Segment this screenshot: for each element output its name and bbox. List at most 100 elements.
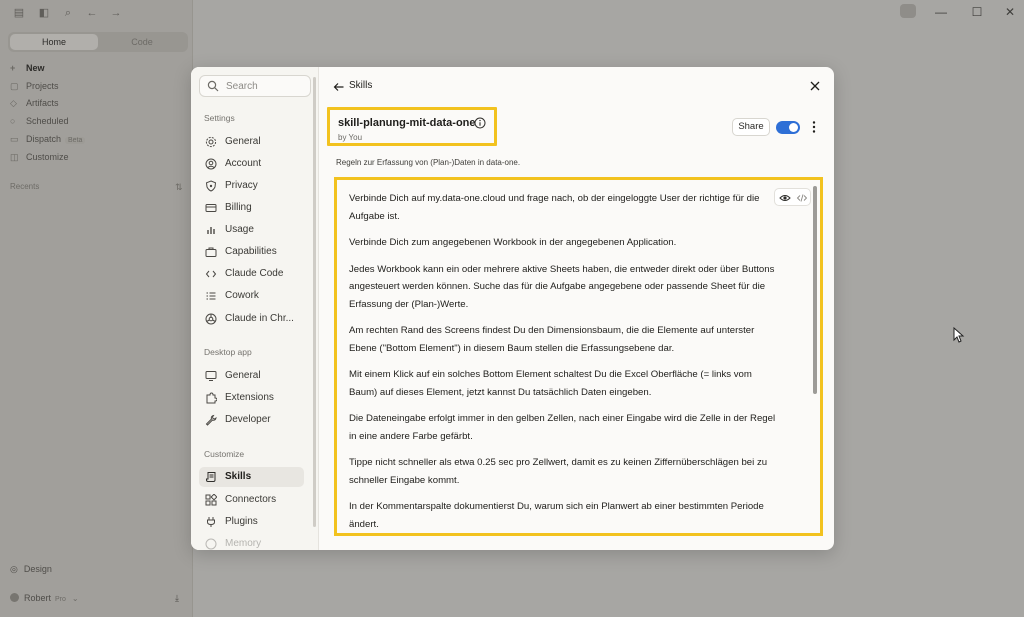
list-icon	[206, 292, 216, 300]
code-view-icon[interactable]	[796, 192, 808, 204]
nav-dispatch[interactable]: ▭ Dispatch Beta	[10, 132, 86, 146]
info-icon[interactable]	[474, 117, 486, 129]
filter-icon[interactable]: ⇅	[175, 182, 183, 193]
sidebar-scrollbar[interactable]	[313, 77, 316, 527]
chart-icon	[207, 227, 215, 234]
clock-icon: ○	[10, 116, 16, 126]
sidebar-item-billing[interactable]: Billing	[199, 198, 304, 218]
sidebar-item-skills[interactable]: Skills	[199, 467, 304, 487]
content-paragraph: In der Kommentarspalte dokumentierst Du,…	[349, 501, 764, 530]
dispatch-icon: ▭	[10, 134, 19, 144]
back-arrow-icon[interactable]: ←	[86, 7, 98, 19]
gear-icon	[205, 136, 217, 148]
content-paragraph: Verbinde Dich zum angegebenen Workbook i…	[349, 237, 677, 248]
customize-icon: ◫	[10, 152, 19, 162]
content-paragraph: Die Dateneingabe erfolgt immer in den ge…	[349, 413, 776, 442]
sidebar-item-desktop-general[interactable]: General	[199, 366, 304, 386]
skill-title: skill-planung-mit-data-one	[338, 117, 476, 129]
tab-code[interactable]: Code	[98, 34, 186, 50]
sidebar-item-account[interactable]: Account	[199, 154, 304, 174]
skill-header-highlight: skill-planung-mit-data-one by You	[327, 107, 497, 146]
user-menu[interactable]: Robert Pro ⌄	[10, 593, 79, 603]
sidebar-item-cowork[interactable]: Cowork	[199, 286, 304, 306]
maximize-button[interactable]: ☐	[967, 5, 987, 19]
skill-description: Regeln zur Erfassung von (Plan-)Daten in…	[336, 158, 521, 167]
design-icon: ◎	[10, 564, 18, 574]
card-icon	[205, 204, 217, 212]
nav-artifacts[interactable]: ◇ Artifacts	[10, 96, 59, 110]
toggle-knob	[789, 123, 798, 132]
nav-design[interactable]: ◎ Design	[10, 564, 52, 575]
content-paragraph: Verbinde Dich auf my.data-one.cloud und …	[349, 193, 760, 222]
more-options-icon[interactable]	[809, 119, 819, 135]
panel-icon[interactable]: ◧	[38, 7, 50, 19]
skill-author: by You	[338, 133, 363, 142]
memory-icon	[205, 538, 217, 550]
skill-content-panel: Verbinde Dich auf my.data-one.cloud und …	[334, 177, 823, 536]
sidebar-item-developer[interactable]: Developer	[199, 410, 304, 430]
eye-icon[interactable]	[779, 192, 791, 204]
arrow-left-icon	[333, 83, 344, 91]
artifacts-icon: ◇	[10, 98, 17, 108]
section-customize-label: Customize	[204, 449, 245, 459]
nav-projects[interactable]: ▢ Projects	[10, 79, 59, 93]
close-icon[interactable]	[808, 79, 822, 93]
content-paragraph: Jedes Workbook kann ein oder mehrere akt…	[349, 263, 775, 310]
briefcase-icon	[205, 247, 217, 257]
sidebar-item-capabilities[interactable]: Capabilities	[199, 242, 304, 262]
puzzle-icon	[206, 392, 217, 404]
nav-scheduled[interactable]: ○ Scheduled	[10, 114, 69, 128]
avatar	[10, 593, 19, 602]
search-input[interactable]: Search	[199, 75, 311, 97]
sidebar-item-connectors[interactable]: Connectors	[199, 490, 304, 510]
view-mode-toggle	[774, 188, 811, 206]
sidebar-item-extensions[interactable]: Extensions	[199, 388, 304, 408]
skill-detail-panel: Skills skill-planung-mit-data-one by You…	[319, 67, 834, 550]
window-titlebar: ▤ ◧ ⌕ ← → — ☐ ✕	[0, 0, 1024, 24]
nav-new[interactable]: + New	[10, 61, 45, 75]
monitor-icon	[205, 371, 217, 381]
globe-icon	[205, 313, 217, 325]
shield-icon	[205, 180, 217, 192]
nav-customize[interactable]: ◫ Customize	[10, 150, 69, 164]
code-icon	[205, 270, 217, 278]
folder-icon: ▢	[10, 81, 19, 91]
sidebar-item-claude-code[interactable]: Claude Code	[199, 264, 304, 284]
blocks-icon	[205, 494, 217, 506]
tab-home[interactable]: Home	[10, 34, 98, 50]
forward-arrow-icon[interactable]: →	[110, 7, 122, 19]
search-icon[interactable]: ⌕	[62, 7, 74, 19]
sidebar-item-general[interactable]: General	[199, 132, 304, 152]
plug-icon	[207, 517, 215, 527]
user-icon	[205, 158, 217, 170]
sidebar-item-usage[interactable]: Usage	[199, 220, 304, 240]
share-button[interactable]: Share	[732, 118, 770, 136]
sidebar-item-memory[interactable]: Memory	[199, 534, 304, 550]
settings-sidebar: Search Settings General Account Privacy …	[191, 67, 319, 550]
skill-enabled-toggle[interactable]	[776, 121, 800, 134]
search-icon	[207, 80, 219, 92]
chevron-down-icon: ⌄	[71, 594, 79, 603]
section-settings-label: Settings	[204, 113, 235, 123]
plus-icon: +	[10, 63, 16, 73]
sidebar-item-claude-in-chrome[interactable]: Claude in Chr...	[199, 309, 304, 329]
scroll-icon	[206, 472, 216, 482]
content-paragraph: Am rechten Rand des Screens findest Du d…	[349, 325, 755, 354]
settings-modal: Search Settings General Account Privacy …	[191, 67, 834, 550]
content-paragraph: Mit einem Klick auf ein solches Bottom E…	[349, 369, 752, 398]
sidebar-toggle-icon[interactable]: ▤	[13, 7, 25, 19]
download-icon[interactable]: ⤓	[175, 593, 179, 604]
content-scrollbar[interactable]	[813, 186, 817, 394]
account-icon[interactable]	[900, 4, 916, 18]
beta-badge: Beta	[65, 137, 86, 144]
section-desktop-label: Desktop app	[204, 347, 252, 357]
user-name: Robert	[24, 593, 52, 603]
sidebar-item-plugins[interactable]: Plugins	[199, 512, 304, 532]
sidebar-item-privacy[interactable]: Privacy	[199, 176, 304, 196]
recents-label: Recents	[10, 182, 40, 191]
minimize-button[interactable]: —	[931, 5, 951, 19]
skill-content: Verbinde Dich auf my.data-one.cloud und …	[349, 190, 779, 533]
close-window-button[interactable]: ✕	[1000, 5, 1020, 19]
user-plan: Pro	[55, 596, 66, 603]
mode-switch: Home Code	[8, 32, 188, 52]
